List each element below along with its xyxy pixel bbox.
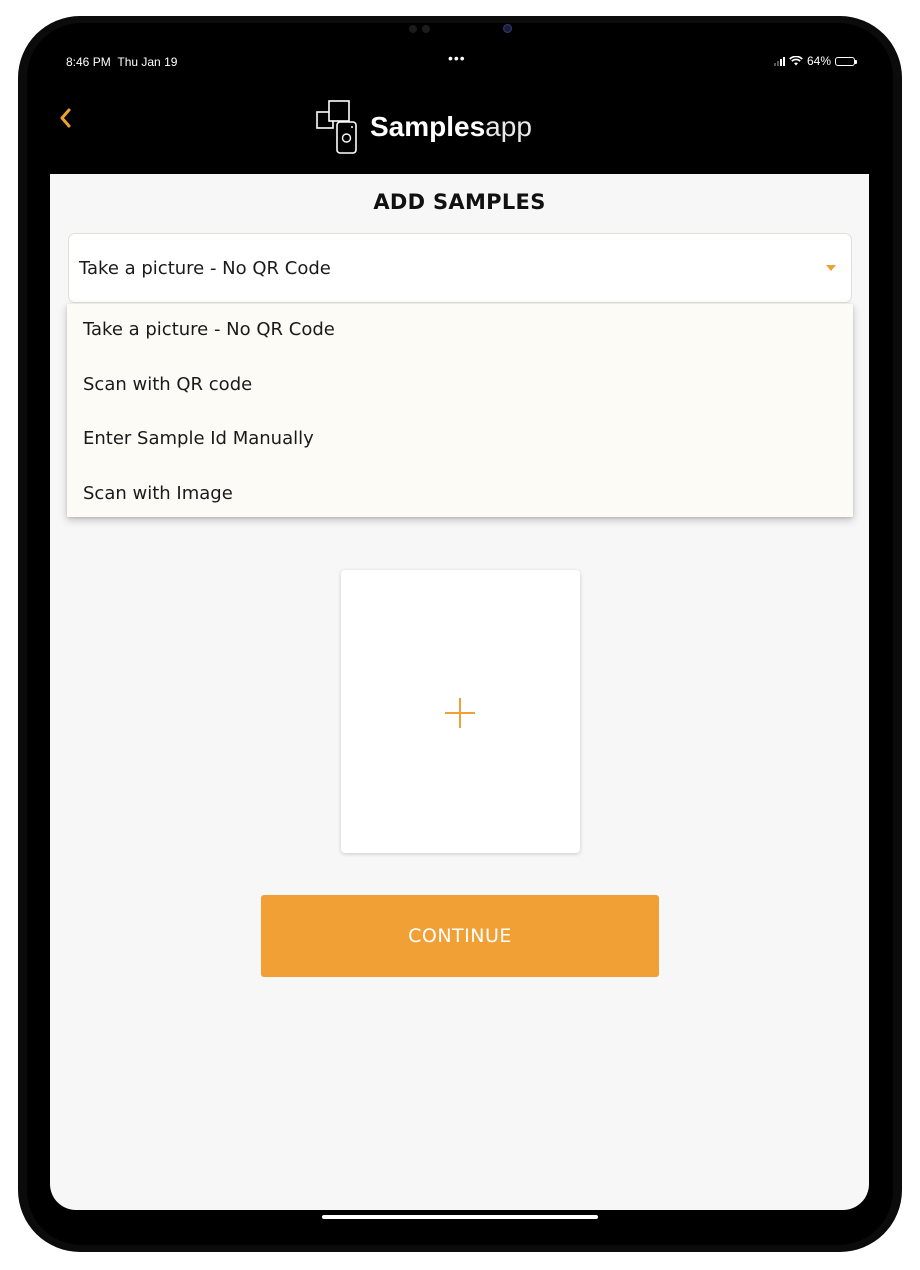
sensor-dot xyxy=(409,25,417,33)
plus-icon xyxy=(445,698,475,728)
sensor-dot xyxy=(422,25,430,33)
dropdown-option-take-picture[interactable]: Take a picture - No QR Code xyxy=(83,319,335,340)
app-logo: Samplesapp xyxy=(316,98,532,156)
page-title: ADD SAMPLES xyxy=(373,190,546,214)
status-time-value: 8:46 PM xyxy=(66,55,111,69)
caret-down-icon xyxy=(826,265,836,271)
status-date: Thu Jan 19 xyxy=(117,55,178,69)
battery-icon xyxy=(835,56,857,66)
back-button[interactable] xyxy=(58,104,72,136)
screen: 8:46 PM Thu Jan 19 ••• 64% Samplesapp AD… xyxy=(50,44,869,1210)
status-indicators: 64% xyxy=(773,54,857,68)
sample-type-selected-value: Take a picture - No QR Code xyxy=(79,258,331,279)
sample-type-select[interactable]: Take a picture - No QR Code xyxy=(68,233,852,303)
dropdown-option-scan-qr[interactable]: Scan with QR code xyxy=(83,374,252,395)
dropdown-option-enter-id[interactable]: Enter Sample Id Manually xyxy=(83,428,314,449)
continue-button[interactable]: CONTINUE xyxy=(261,895,659,977)
app-name-bold: Samples xyxy=(370,111,486,142)
battery-percent: 64% xyxy=(806,54,831,68)
app-header: Samplesapp xyxy=(50,80,869,174)
main-content: ADD SAMPLES Take a picture - No QR Code … xyxy=(50,174,869,1210)
front-camera xyxy=(503,24,512,33)
wifi-icon xyxy=(789,56,803,66)
multitasking-dots[interactable]: ••• xyxy=(448,50,466,66)
dropdown-option-scan-image[interactable]: Scan with Image xyxy=(83,483,233,504)
home-indicator[interactable] xyxy=(322,1215,598,1219)
app-name: Samplesapp xyxy=(370,111,532,143)
add-photo-card[interactable] xyxy=(341,570,580,853)
samples-logo-icon xyxy=(316,100,357,154)
sample-type-dropdown-menu: Take a picture - No QR Code Scan with QR… xyxy=(67,304,853,517)
app-name-light: app xyxy=(485,111,532,142)
cellular-signal-icon xyxy=(773,56,785,66)
chevron-left-icon xyxy=(60,108,71,128)
status-bar: 8:46 PM Thu Jan 19 ••• 64% xyxy=(50,44,869,80)
status-time: 8:46 PM Thu Jan 19 xyxy=(66,55,177,69)
